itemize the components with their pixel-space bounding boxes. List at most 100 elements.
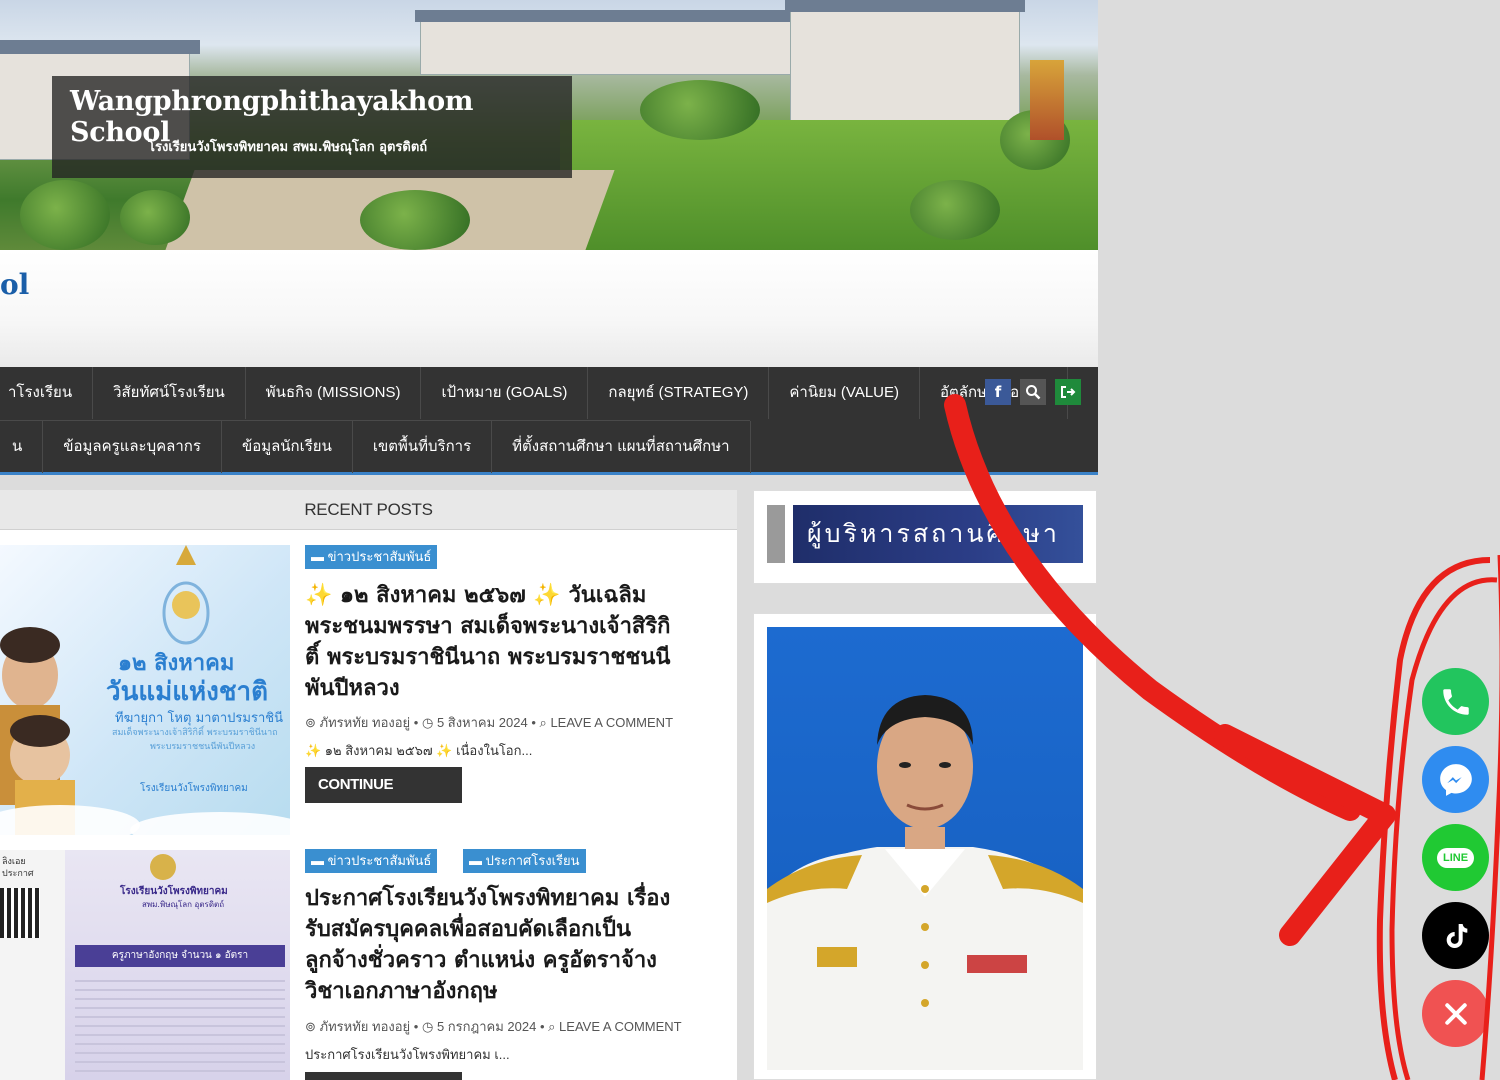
author-icon: ⊚ — [305, 1019, 316, 1034]
tree — [640, 80, 760, 140]
post-title-line: พันปีหลวง — [305, 676, 400, 701]
post-title-line: ลูกจ้างชั่วคราว ตำแหน่ง ครูอัตราจ้าง — [305, 948, 657, 973]
roof-center — [415, 10, 805, 22]
post-title-line: ✨ ๑๒ สิงหาคม ๒๕๖๗ ✨ วันเฉลิม — [305, 583, 647, 608]
arrow-head — [1214, 724, 1396, 946]
post-excerpt: ประกาศโรงเรียนวังโพรงพิทยาคม เ... — [305, 1047, 510, 1062]
close-button[interactable] — [1422, 980, 1489, 1047]
line-button[interactable]: LINE — [1422, 824, 1489, 891]
post-date[interactable]: 5 สิงหาคม 2024 — [437, 715, 528, 730]
phone-icon — [1442, 688, 1469, 715]
post-title-line: รับสมัครบุคคลเพื่อสอบคัดเลือกเป็น — [305, 917, 632, 942]
nav-item[interactable]: ที่ตั้งสถานศึกษา แผนที่สถานศึกษา — [492, 421, 751, 473]
category-tag[interactable]: ▬ ข่าวประชาสัมพันธ์ — [305, 849, 438, 873]
post-author[interactable]: ภัทรหทัย ทองอยู่ — [320, 715, 411, 730]
comment-icon: ⌕ — [548, 1019, 556, 1034]
post-thumbnail[interactable]: ลิงเอย ประกาศ โรงเรียนวังโพรงพิทยาคม สพม… — [0, 850, 290, 1080]
nav-row-2: นข้อมูลครูและบุคลากร ข้อมูลนักเรียน เขตพื้… — [0, 421, 751, 473]
messenger-button[interactable] — [1422, 746, 1489, 813]
category-tag[interactable]: ▬ ข่าวประชาสัมพันธ์ — [305, 545, 438, 569]
tree — [360, 190, 470, 250]
folder-icon: ▬ — [311, 549, 324, 564]
post-title-line: วิชาเอกภาษาอังกฤษ — [305, 979, 498, 1004]
tiktok-icon — [1446, 923, 1467, 948]
close-icon — [1444, 1002, 1467, 1025]
post-excerpt: ✨ ๑๒ สิงหาคม ๒๕๖๗ ✨ เนื่องในโอก... — [305, 743, 533, 758]
post-date[interactable]: 5 กรกฎาคม 2024 — [437, 1019, 536, 1034]
thumb-school: โรงเรียนวังโพรงพิทยาคม — [140, 783, 248, 794]
nav-item[interactable]: เป้าหมาย (GOALS) — [421, 367, 589, 419]
post-title-line: ประกาศโรงเรียนวังโพรงพิทยาคม เรื่อง — [305, 886, 671, 911]
continue-reading-label: CONTINUE READING — [318, 776, 394, 829]
post-author[interactable]: ภัทรหทัย ทองอยู่ — [320, 1019, 411, 1034]
category-tag[interactable]: ▬ ประกาศโรงเรียน — [463, 849, 586, 873]
tree — [120, 190, 190, 245]
facebook-icon[interactable]: f — [985, 379, 1011, 405]
nav-item[interactable]: วิสัยทัศน์โรงเรียน — [93, 367, 246, 419]
post-title[interactable]: ✨ ๑๒ สิงหาคม ๒๕๖๗ ✨ วันเฉลิม พระชนมพรรษา… — [305, 580, 730, 704]
post-comment-link[interactable]: LEAVE A COMMENT — [559, 1019, 682, 1034]
post-title-line: ติ์ พระบรมราชินีนาถ พระบรมราชชนนี — [305, 645, 671, 670]
search-icon[interactable] — [1020, 379, 1046, 405]
thumb-headline: วันแม่แห่งชาติ — [106, 677, 268, 707]
nav-item[interactable]: พันธกิจ (MISSIONS) — [246, 367, 422, 419]
thumb-fine-print — [75, 980, 285, 1075]
roof-left — [0, 40, 200, 54]
continue-reading-button[interactable]: CONTINUE READING ▸ — [305, 767, 462, 829]
clock-icon: ◷ — [421, 715, 434, 730]
post-title[interactable]: ประกาศโรงเรียนวังโพรงพิทยาคม เรื่อง รับส… — [305, 883, 730, 1007]
thumb-left-text-2: ประกาศ — [2, 869, 34, 879]
nav-item[interactable]: าโรงเรียน — [0, 367, 94, 419]
tiktok-button[interactable] — [1422, 902, 1489, 969]
nav-item[interactable]: เขตพื้นที่บริการ — [353, 421, 493, 473]
director-portrait[interactable] — [767, 627, 1083, 1070]
admin-banner[interactable]: ผู้บริหารสถานศึกษา — [793, 505, 1083, 563]
category-label: ข่าวประชาสัมพันธ์ — [327, 549, 432, 564]
portrait-art — [767, 695, 1083, 1070]
post-comment-link[interactable]: LEAVE A COMMENT — [550, 715, 673, 730]
shrine — [1030, 60, 1064, 140]
category-label: ประกาศโรงเรียน — [485, 853, 580, 868]
messenger-icon — [1439, 763, 1472, 796]
post-meta: ⊚ ภัทรหทัย ทองอยู่ • ◷ 5 กรกฎาคม 2024 • … — [305, 1019, 682, 1034]
site-title-box: Wangphrongphithayakhom School โรงเรียนวั… — [52, 76, 572, 178]
school-emblem — [150, 854, 176, 880]
comment-icon: ⌕ — [539, 715, 547, 730]
nav-row-1: าโรงเรียน วิสัยทัศน์โรงเรียน พันธกิจ (MISS… — [0, 367, 1068, 419]
nav-item[interactable]: ข้อมูลนักเรียน — [222, 421, 353, 473]
clock-icon: ◷ — [421, 1019, 434, 1034]
section-title: RECENT POSTS — [0, 490, 737, 530]
roof-right — [785, 0, 1025, 12]
author-icon: ⊚ — [305, 715, 316, 730]
thumb-line-2: สมเด็จพระนางเจ้าสิริกิติ์ พระบรมราชินีนา… — [112, 728, 278, 738]
phone-button[interactable] — [1422, 668, 1489, 735]
post-thumbnail[interactable]: ๑๒ สิงหาคม วันแม่แห่งชาติ ทีฆายุกา โหตุ … — [0, 545, 290, 835]
main-navigation: าโรงเรียน วิสัยทัศน์โรงเรียน พันธกิจ (MISS… — [0, 367, 1098, 475]
caret-right-icon: ▸ — [388, 812, 396, 829]
thumb-line-3: พระบรมราชชนนีพันปีหลวง — [150, 742, 256, 752]
qr-code — [0, 888, 40, 938]
nav-item[interactable]: น — [0, 421, 44, 473]
site-title-fragment[interactable]: ol — [0, 268, 29, 301]
nav-item[interactable]: ข้อมูลครูและบุคลากร — [43, 421, 222, 473]
continue-reading-button[interactable] — [305, 1072, 462, 1080]
tree — [910, 180, 1000, 240]
site-subtitle: โรงเรียนวังโพรงพิทยาคม สพม.พิษณุโลก อุตร… — [148, 140, 428, 155]
folder-icon: ▬ — [469, 853, 482, 868]
nav-item[interactable]: กลยุทธ์ (STRATEGY) — [588, 367, 770, 419]
header-banner-image: Wangphrongphithayakhom School โรงเรียนวั… — [0, 0, 1098, 250]
category-label: ข่าวประชาสัมพันธ์ — [327, 853, 432, 868]
nav-item[interactable]: ค่านิยม (VALUE) — [769, 367, 920, 419]
post-title-line: พระชนมพรรษา สมเด็จพระนางเจ้าสิริกิ — [305, 614, 671, 639]
line-icon: LINE — [1436, 847, 1475, 868]
title-band — [0, 250, 1098, 367]
login-icon[interactable] — [1055, 379, 1081, 405]
thumb-left-panel — [0, 850, 65, 1080]
widget-accent-bar — [767, 505, 785, 563]
tree — [20, 180, 110, 250]
thumb-area: สพม.พิษณุโลก อุตรดิตถ์ — [142, 900, 225, 909]
post-meta: ⊚ ภัทรหทัย ทองอยู่ • ◷ 5 สิงหาคม 2024 • … — [305, 715, 674, 730]
thumb-school: โรงเรียนวังโพรงพิทยาคม — [120, 886, 228, 897]
building-center — [420, 20, 800, 75]
thumb-banner: ครูภาษาอังกฤษ จำนวน ๑ อัตรา — [75, 945, 285, 967]
